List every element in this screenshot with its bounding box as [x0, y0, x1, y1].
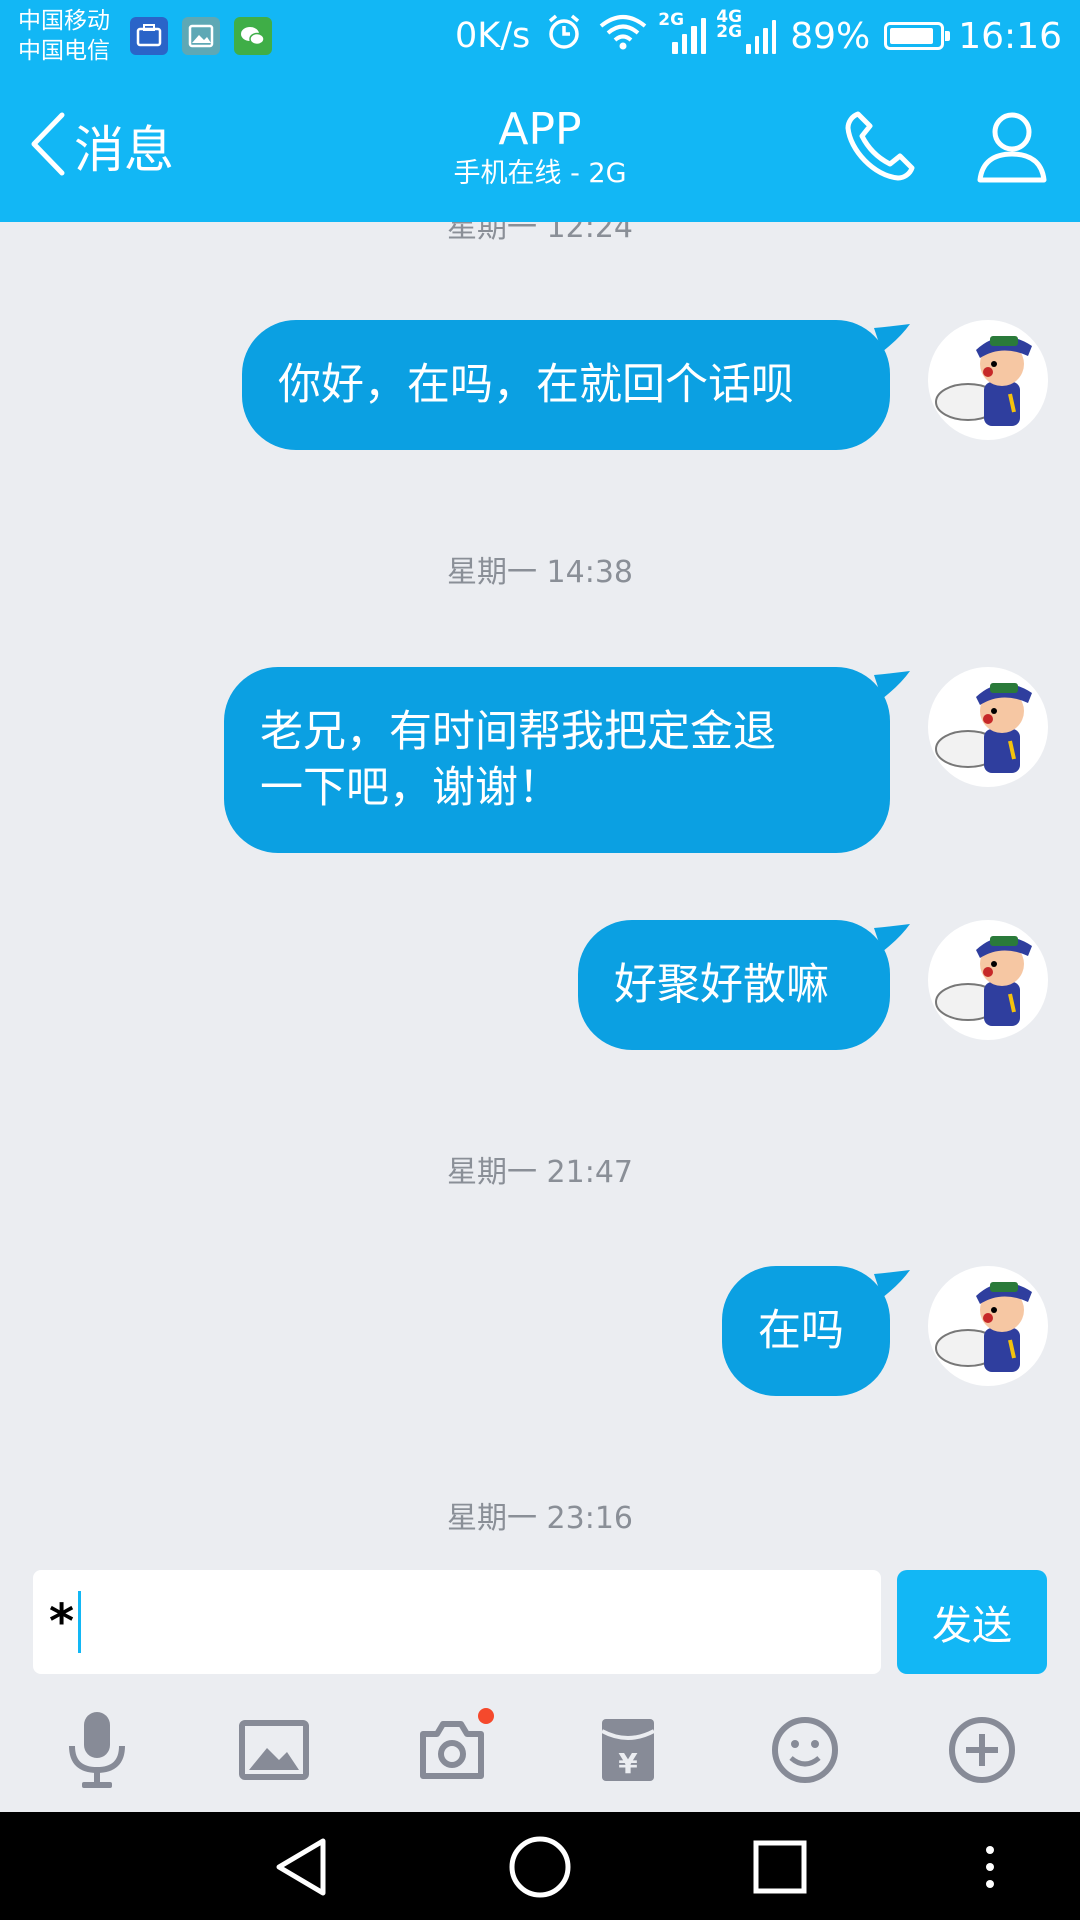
- briefcase-app-icon: [130, 17, 168, 55]
- plus-icon[interactable]: [942, 1710, 1022, 1790]
- avatar-cartoon-icon: [935, 936, 1032, 1026]
- nav-more-icon[interactable]: [955, 1832, 1025, 1902]
- message-line: 老兄，有时间帮我把定金退: [260, 707, 776, 757]
- message-text: 老兄，有时间帮我把定金退 一下吧，谢谢！: [260, 704, 776, 816]
- avatar-cartoon-icon: [935, 336, 1032, 426]
- message-bubble[interactable]: 你好，在吗，在就回个话呗: [242, 320, 910, 450]
- battery-icon: [884, 22, 951, 50]
- image-icon[interactable]: [234, 1710, 314, 1790]
- navigation-bar: [0, 1812, 1080, 1920]
- signal-2-icon: 4G 2G: [716, 9, 777, 54]
- message-line: 一下吧，谢谢！: [260, 763, 561, 813]
- emoji-icon[interactable]: [765, 1710, 845, 1790]
- chat-title-block[interactable]: APP 手机在线 - 2G: [0, 104, 1080, 192]
- text-caret: [78, 1591, 82, 1653]
- avatar[interactable]: [928, 667, 1048, 787]
- input-bar: * 发送: [0, 1566, 1080, 1680]
- battery-fill: [890, 28, 933, 44]
- nav-back-icon[interactable]: [266, 1832, 336, 1902]
- bubble-tail: [874, 1270, 910, 1298]
- title-bar: 消息 APP 手机在线 - 2G: [0, 72, 1080, 222]
- timestamp: 星期一 23:16: [447, 1501, 633, 1536]
- carrier-2: 中国电信: [18, 38, 110, 64]
- avatar[interactable]: [928, 320, 1048, 440]
- alarm-icon: [544, 12, 584, 61]
- camera-icon[interactable]: [412, 1708, 494, 1790]
- svg-text:¥: ¥: [618, 1747, 638, 1780]
- message-bubble[interactable]: 在吗: [722, 1266, 910, 1396]
- wechat-app-icon: [234, 17, 272, 55]
- message-input[interactable]: *: [33, 1570, 881, 1674]
- bubble-tail: [874, 924, 910, 952]
- nav-home-icon[interactable]: [505, 1832, 575, 1902]
- timestamp-partial: 星期一 12:24: [447, 222, 633, 245]
- battery-text: 89%: [790, 15, 871, 57]
- input-toolbar: ¥: [0, 1680, 1080, 1812]
- bubble-tail: [874, 671, 910, 699]
- signal-1-tag: 2G: [658, 10, 685, 30]
- carrier-1: 中国移动: [18, 8, 110, 34]
- avatar-cartoon-icon: [935, 1282, 1032, 1372]
- message-bubble[interactable]: 老兄，有时间帮我把定金退 一下吧，谢谢！: [224, 667, 910, 853]
- message-input-value: *: [49, 1594, 75, 1650]
- message-text: 好聚好散嘛: [614, 960, 829, 1010]
- chat-area[interactable]: 星期一 12:24 你好，在吗，在就回个话呗 星期一 14:38 老兄，有时间帮…: [0, 222, 1080, 1566]
- profile-icon[interactable]: [974, 108, 1050, 188]
- status-bar: 中国移动 中国电信 0K/s 2G 4G 2G 89% 16:16: [0, 0, 1080, 72]
- gallery-app-icon: [182, 17, 220, 55]
- red-packet-icon[interactable]: ¥: [588, 1710, 668, 1790]
- message-bubble[interactable]: 好聚好散嘛: [578, 920, 910, 1050]
- avatar-cartoon-icon: [935, 683, 1032, 773]
- camera-badge: [478, 1708, 494, 1724]
- message-text: 在吗: [758, 1306, 844, 1356]
- avatar[interactable]: [928, 1266, 1048, 1386]
- message-text: 你好，在吗，在就回个话呗: [278, 360, 794, 410]
- nav-recents-icon[interactable]: [745, 1832, 815, 1902]
- online-status: 手机在线 - 2G: [453, 158, 627, 189]
- clock: 16:16: [958, 15, 1062, 57]
- chat-title: APP: [498, 104, 582, 155]
- send-button[interactable]: 发送: [897, 1570, 1047, 1674]
- net-speed: 0K/s: [454, 16, 531, 56]
- signal-2-tag-bottom: 2G: [716, 22, 743, 42]
- carrier-names: 中国移动 中国电信: [18, 6, 110, 66]
- wifi-icon: [598, 14, 648, 59]
- header-area: 中国移动 中国电信 0K/s 2G 4G 2G 89% 16:16 消息 APP…: [0, 0, 1080, 222]
- microphone-icon[interactable]: [57, 1710, 137, 1790]
- avatar[interactable]: [928, 920, 1048, 1040]
- bubble-tail: [874, 324, 910, 352]
- phone-icon[interactable]: [842, 108, 918, 188]
- timestamp: 星期一 21:47: [447, 1155, 633, 1190]
- timestamp: 星期一 14:38: [447, 555, 633, 590]
- status-right: 0K/s 2G 4G 2G 89% 16:16: [455, 0, 1062, 72]
- signal-1-icon: 2G: [658, 12, 707, 54]
